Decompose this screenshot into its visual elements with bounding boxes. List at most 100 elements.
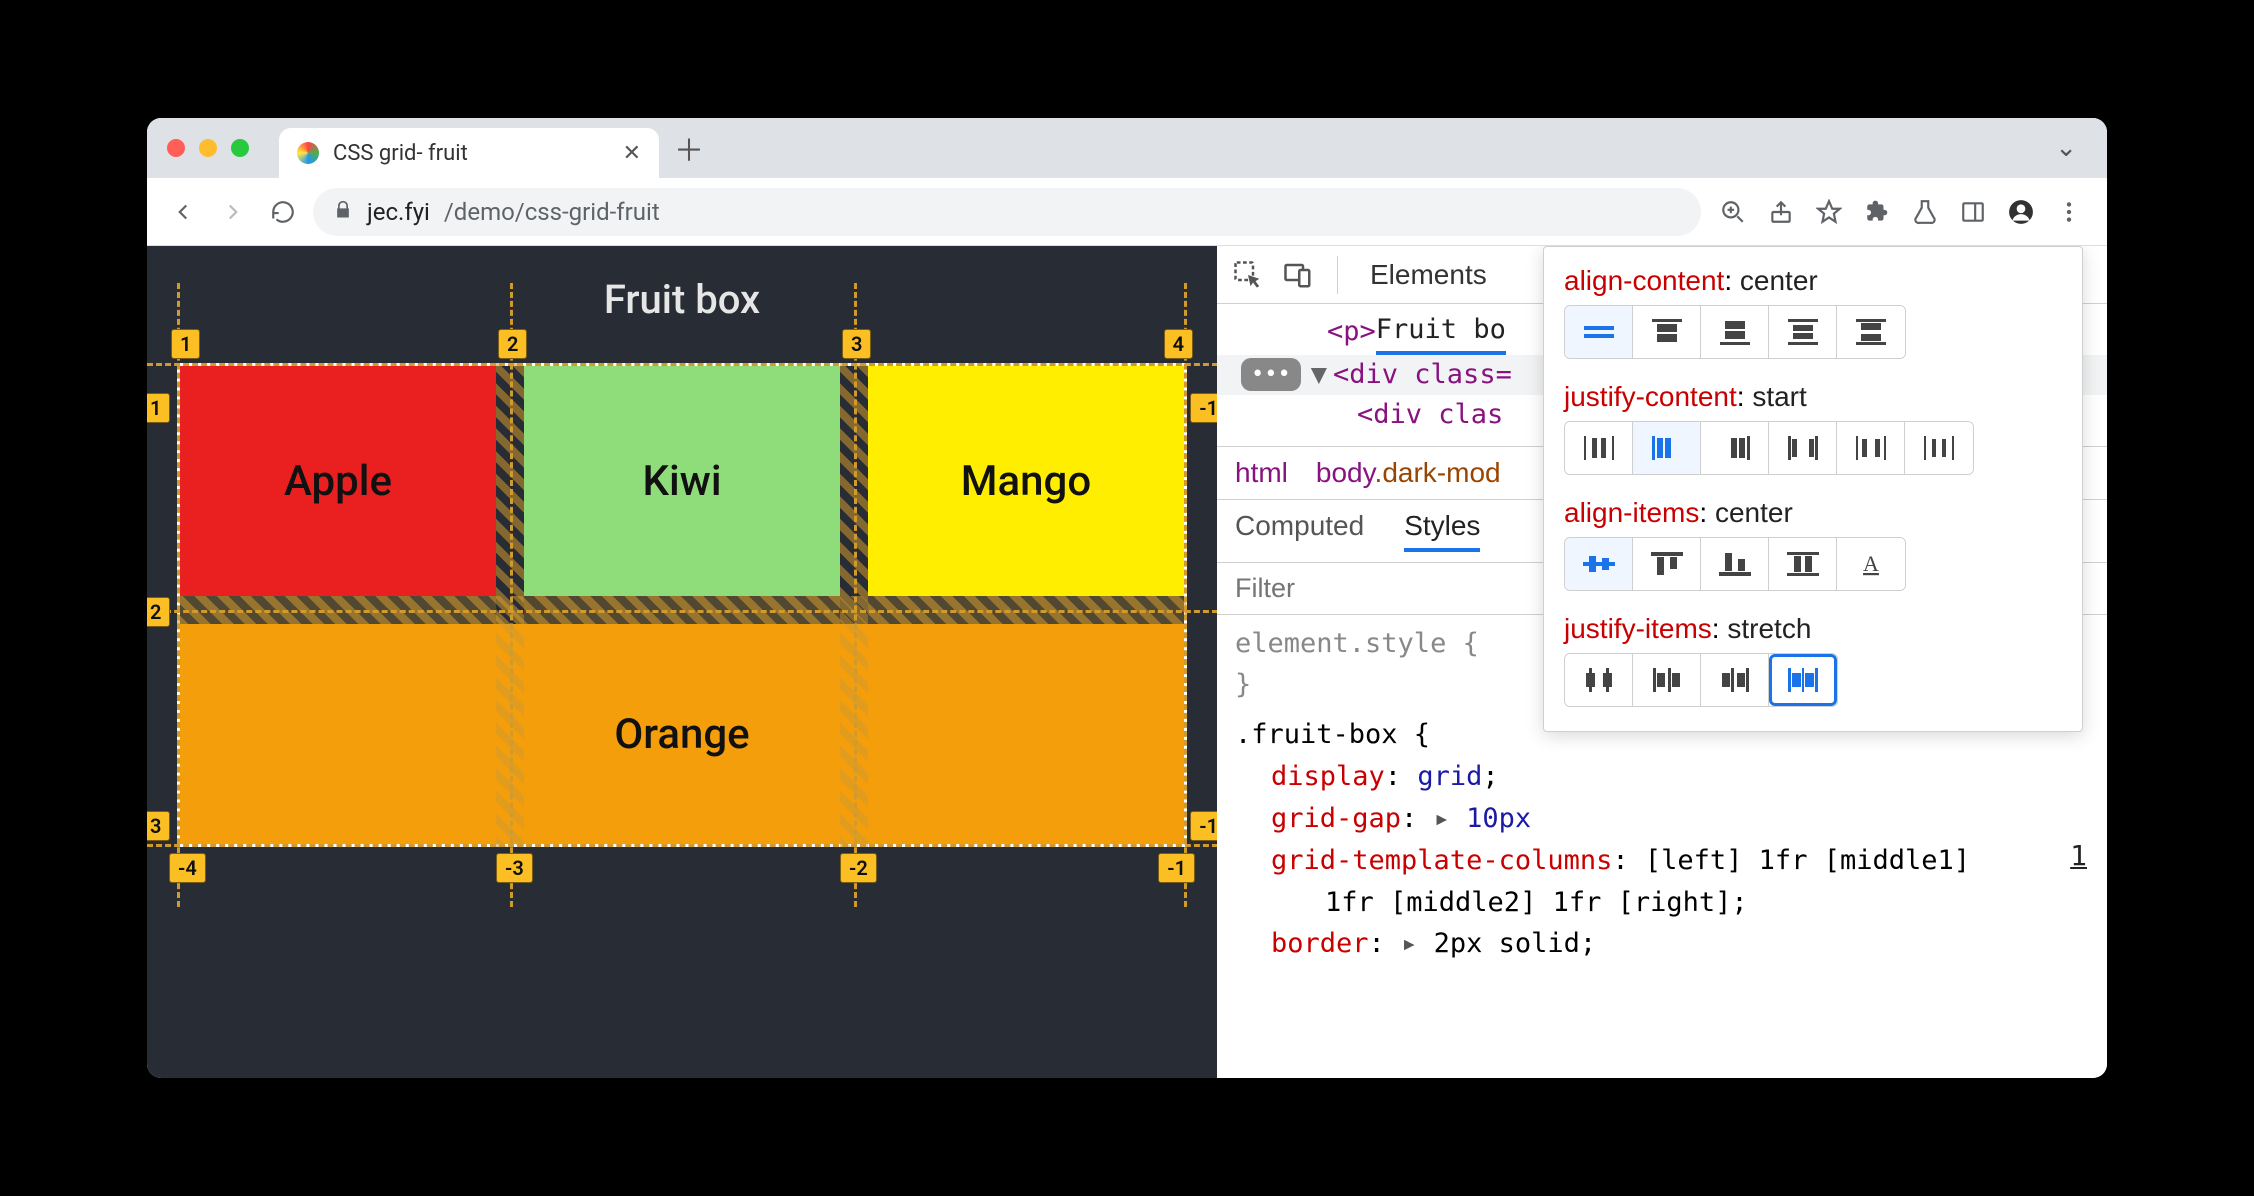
- profile-avatar[interactable]: [1999, 190, 2043, 234]
- tabs-overflow-icon[interactable]: ⌄: [2055, 133, 2087, 163]
- grid-line-badge: 2: [147, 597, 170, 627]
- grid-line-badge: -3: [496, 853, 533, 883]
- grid-line-badge: 3: [842, 329, 871, 359]
- justify-content-space-evenly-button[interactable]: [1905, 422, 1973, 474]
- grid-item-orange: Orange: [180, 624, 1184, 844]
- device-toggle-icon[interactable]: [1281, 258, 1315, 292]
- pop-prop: align-content: [1564, 265, 1724, 296]
- grid-item-kiwi: Kiwi: [524, 366, 840, 596]
- new-tab-button[interactable]: ＋: [669, 128, 709, 168]
- back-button[interactable]: [163, 192, 203, 232]
- content-area: Fruit box Apple Kiwi Mango Orange: [147, 246, 2107, 1078]
- pop-prop: justify-items: [1564, 613, 1712, 644]
- dom-tag: <div class=: [1333, 355, 1512, 396]
- grid-item-mango: Mango: [868, 366, 1184, 596]
- css-val: 2px solid: [1434, 928, 1580, 959]
- reload-button[interactable]: [263, 192, 303, 232]
- pop-val: center: [1715, 497, 1793, 528]
- justify-content-end-button[interactable]: [1701, 422, 1769, 474]
- align-items-stretch-button[interactable]: [1769, 538, 1837, 590]
- page-heading: Fruit box: [147, 246, 1217, 363]
- align-items-baseline-button[interactable]: A: [1837, 538, 1905, 590]
- maximize-window-button[interactable]: [231, 139, 249, 157]
- tab-styles[interactable]: Styles: [1404, 510, 1480, 552]
- forward-button[interactable]: [213, 192, 253, 232]
- tab-favicon: [297, 142, 319, 164]
- tab-title: CSS grid- fruit: [333, 141, 468, 166]
- justify-items-start-button[interactable]: [1633, 654, 1701, 706]
- align-items-start-button[interactable]: [1633, 538, 1701, 590]
- align-content-options: [1564, 305, 1906, 359]
- justify-content-center-button[interactable]: [1565, 422, 1633, 474]
- grid-item-apple: Apple: [180, 366, 496, 596]
- tab-active[interactable]: CSS grid- fruit ✕: [279, 128, 659, 178]
- tab-computed[interactable]: Computed: [1235, 510, 1364, 552]
- justify-items-stretch-button[interactable]: [1769, 654, 1837, 706]
- grid-line-badge: -2: [840, 853, 877, 883]
- disclosure-icon[interactable]: ▼: [1311, 355, 1327, 396]
- omnibox[interactable]: jec.fyi/demo/css-grid-fruit: [313, 188, 1701, 236]
- justify-items-end-button[interactable]: [1701, 654, 1769, 706]
- grid-line-badge: 1: [171, 329, 200, 359]
- menu-icon[interactable]: [2047, 190, 2091, 234]
- expand-icon[interactable]: ▸: [1434, 803, 1450, 834]
- css-val-cont: 1fr [middle2] 1fr [right];: [1325, 887, 1748, 918]
- css-val: [left] 1fr [middle1]: [1645, 845, 1970, 876]
- align-content-center-button[interactable]: [1565, 306, 1633, 358]
- justify-items-center-button[interactable]: [1565, 654, 1633, 706]
- close-tab-icon[interactable]: ✕: [623, 141, 641, 166]
- element-style-selector: element.style {: [1235, 628, 1479, 659]
- grid-line-badge: -4: [169, 853, 206, 883]
- dom-text: Fruit bo: [1376, 310, 1506, 355]
- extensions-icon[interactable]: [1855, 190, 1899, 234]
- align-items-end-button[interactable]: [1701, 538, 1769, 590]
- url-domain: jec.fyi: [367, 198, 430, 226]
- justify-content-options: [1564, 421, 1974, 475]
- grid-line: [147, 610, 1217, 613]
- zoom-icon[interactable]: [1711, 190, 1755, 234]
- pop-val: center: [1740, 265, 1818, 296]
- align-content-start-button[interactable]: [1633, 306, 1701, 358]
- element-style-close: }: [1235, 669, 1251, 700]
- grid-line-badge: 4: [1164, 329, 1193, 359]
- pop-prop: justify-content: [1564, 381, 1737, 412]
- justify-content-space-between-button[interactable]: [1769, 422, 1837, 474]
- share-icon[interactable]: [1759, 190, 1803, 234]
- lock-icon: [333, 198, 353, 226]
- grid-line-badge: -1: [1190, 811, 1217, 841]
- window-controls: [167, 139, 249, 157]
- inspect-icon[interactable]: [1231, 258, 1265, 292]
- align-content-space-around-button[interactable]: [1769, 306, 1837, 358]
- labs-icon[interactable]: [1903, 190, 1947, 234]
- breadcrumb-html[interactable]: html: [1235, 457, 1288, 489]
- grid-line-badge: -1: [1190, 393, 1217, 423]
- grid-overlay: Apple Kiwi Mango Orange 1: [177, 363, 1187, 847]
- css-prop: display: [1271, 761, 1385, 792]
- close-window-button[interactable]: [167, 139, 185, 157]
- align-content-space-between-button[interactable]: [1837, 306, 1905, 358]
- minimize-window-button[interactable]: [199, 139, 217, 157]
- grid-align-popover: align-content: center justify-content: s…: [1543, 246, 2083, 732]
- grid-line: [1184, 283, 1187, 907]
- align-items-options: A: [1564, 537, 1906, 591]
- justify-content-start-button[interactable]: [1633, 422, 1701, 474]
- svg-text:A: A: [1863, 551, 1879, 576]
- breadcrumb-body-class: .dark-mod: [1375, 457, 1501, 488]
- rule-origin-link[interactable]: 1: [2070, 839, 2087, 872]
- grid-line: [177, 283, 180, 907]
- dom-ellipsis-icon[interactable]: •••: [1241, 358, 1301, 391]
- grid-line-badge: -1: [1158, 853, 1195, 883]
- justify-content-space-around-button[interactable]: [1837, 422, 1905, 474]
- pop-prop: align-items: [1564, 497, 1699, 528]
- breadcrumb-body[interactable]: body: [1316, 457, 1375, 488]
- css-val: grid: [1417, 761, 1482, 792]
- align-items-center-button[interactable]: [1565, 538, 1633, 590]
- css-prop: grid-gap: [1271, 803, 1401, 834]
- expand-icon[interactable]: ▸: [1401, 928, 1417, 959]
- dom-tag: <div clas: [1357, 395, 1503, 436]
- css-prop: border: [1271, 928, 1369, 959]
- align-content-end-button[interactable]: [1701, 306, 1769, 358]
- sidepanel-icon[interactable]: [1951, 190, 1995, 234]
- tab-elements[interactable]: Elements: [1360, 249, 1497, 301]
- star-icon[interactable]: [1807, 190, 1851, 234]
